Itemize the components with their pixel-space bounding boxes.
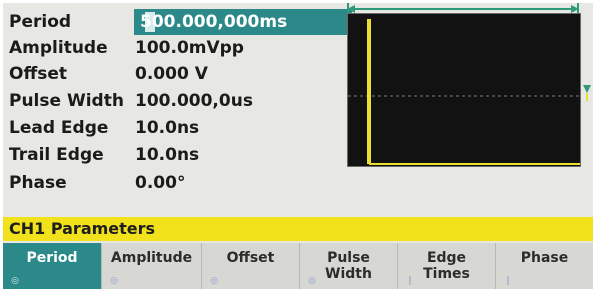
param-value: 10.0ns: [135, 145, 200, 165]
param-label: Lead Edge: [9, 118, 109, 138]
softkey-indicator-icon: |: [506, 276, 510, 286]
status-text: CH1 Parameters: [9, 219, 156, 238]
param-label: Period: [9, 12, 72, 32]
softkey-offset[interactable]: Offset ◎: [201, 243, 299, 289]
pulse-trace: [367, 19, 580, 165]
param-value-period-selected[interactable]: 500.000,000ms: [134, 9, 352, 35]
param-value: 0.00°: [135, 173, 186, 193]
param-value: 100.0mVpp: [135, 38, 244, 58]
softkey-label: Phase: [520, 250, 569, 266]
param-label: Pulse Width: [9, 91, 124, 111]
waveform-plot: [348, 19, 580, 165]
function-generator-screen: Period 500.000,000ms Amplitude 100.0mVpp…: [3, 3, 593, 289]
softkey-indicator-icon: ◎: [110, 276, 118, 286]
softkey-pulse-width[interactable]: Pulse Width ◎: [299, 243, 397, 289]
param-label: Trail Edge: [9, 145, 104, 165]
param-label: Offset: [9, 64, 67, 84]
softkey-row: Period ◎ Amplitude ◎ Offset ◎ Pulse Widt…: [3, 243, 593, 289]
status-bar: CH1 Parameters: [3, 217, 593, 241]
softkey-label: Offset: [226, 250, 275, 266]
waveform-display: [347, 13, 581, 167]
softkey-indicator-icon: |: [408, 276, 412, 286]
param-value: 500.000,000ms: [140, 12, 288, 32]
param-value: 100.000,0us: [135, 91, 253, 111]
softkey-indicator-icon: ◎: [210, 276, 218, 286]
softkey-indicator-icon: ◎: [11, 276, 19, 286]
softkey-label: Period: [26, 250, 78, 266]
param-label: Phase: [9, 173, 67, 193]
softkey-edge-times[interactable]: Edge Times |: [397, 243, 495, 289]
param-value: 10.0ns: [135, 118, 200, 138]
param-label: Amplitude: [9, 38, 108, 58]
softkey-amplitude[interactable]: Amplitude ◎: [101, 243, 201, 289]
trigger-level-marker-icon: [583, 85, 591, 101]
softkey-period[interactable]: Period ◎: [3, 243, 101, 289]
softkey-phase[interactable]: Phase |: [495, 243, 593, 289]
param-row-period[interactable]: Period 500.000,000ms: [9, 9, 359, 35]
softkey-indicator-icon: ◎: [308, 276, 316, 286]
param-value: 0.000 V: [135, 64, 208, 84]
softkey-label: Amplitude: [110, 250, 193, 266]
